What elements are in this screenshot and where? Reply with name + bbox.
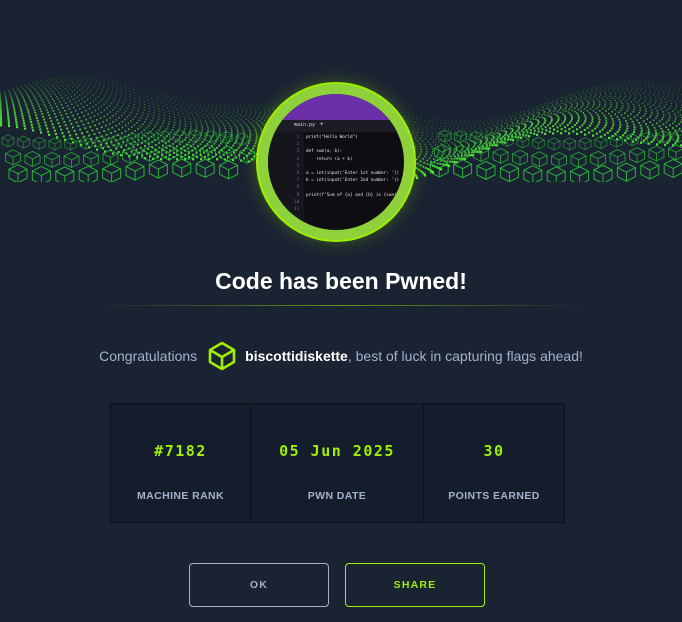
stat-label: PWN DATE: [307, 490, 367, 502]
editor-titlebar: [268, 94, 404, 120]
congrats-prefix: Congratulations: [99, 348, 198, 364]
stat-pwn-date: 05 Jun 2025 PWN DATE: [250, 404, 423, 522]
stat-label: MACHINE RANK: [136, 490, 225, 502]
stat-value: #7182: [154, 442, 207, 460]
machine-avatar-image: main.py + 1 2 3 4 5 6 7 8 9 10 11 print(…: [268, 94, 404, 230]
stat-label: POINTS EARNED: [448, 490, 540, 502]
page-title: Code has been Pwned!: [215, 268, 467, 294]
editor-line-numbers: 1 2 3 4 5 6 7 8 9 10 11: [294, 135, 300, 213]
editor-code: print("Hello World") def sum(a, b): retu…: [306, 135, 402, 198]
stat-points-earned: 30 POINTS EARNED: [423, 404, 564, 522]
title-divider: [96, 305, 586, 306]
machine-avatar: main.py + 1 2 3 4 5 6 7 8 9 10 11 print(…: [258, 84, 414, 240]
congratulations-message: Congratulations biscottidiskette , best …: [0, 340, 682, 372]
stat-value: 05 Jun 2025: [279, 442, 395, 460]
stat-machine-rank: #7182 MACHINE RANK: [111, 404, 250, 522]
ok-button[interactable]: OK: [189, 563, 329, 607]
editor-tab-plus: +: [320, 121, 324, 128]
username-link[interactable]: biscottidiskette: [245, 348, 348, 364]
cube-icon: [207, 341, 237, 371]
stats-panel: #7182 MACHINE RANK 05 Jun 2025 PWN DATE …: [110, 403, 565, 523]
editor-tabbar: [268, 120, 404, 132]
congrats-suffix: , best of luck in capturing flags ahead!: [347, 348, 583, 364]
stat-value: 30: [483, 442, 505, 460]
share-button[interactable]: SHARE: [345, 563, 485, 607]
editor-tab: main.py: [294, 122, 316, 128]
